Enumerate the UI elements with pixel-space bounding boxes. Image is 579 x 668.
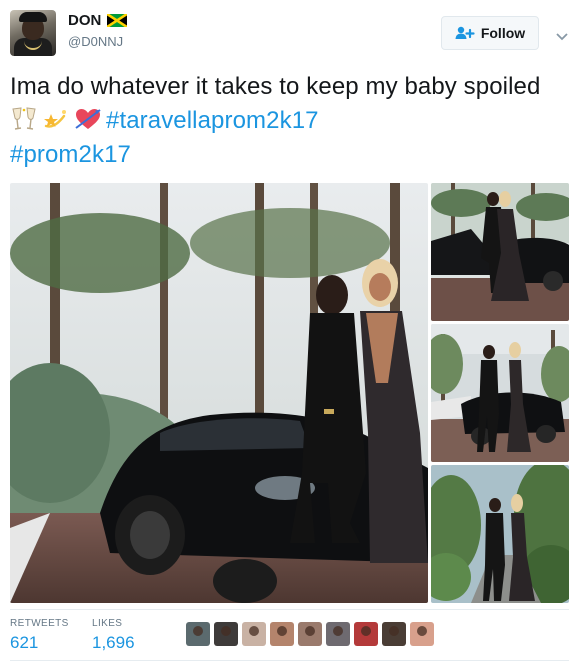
divider [10,609,569,610]
retweets-label: RETWEETS [10,618,69,629]
display-name[interactable]: DON [68,12,101,29]
liker-avatar[interactable] [214,622,238,646]
jamaica-flag-icon [106,12,129,29]
chevron-down-icon[interactable] [556,28,568,41]
divider [10,660,569,661]
media-grid [10,183,569,603]
name-row: DON [68,12,129,29]
liker-avatar[interactable] [382,622,406,646]
retweets-stat[interactable]: RETWEETS 621 [10,618,69,653]
heart-with-arrow-icon [74,106,102,132]
liker-avatar[interactable] [186,622,210,646]
retweets-count: 621 [10,633,39,652]
couple-with-black-car-photo[interactable] [10,183,428,603]
tweet-text: Ima do whatever it takes to keep my baby… [10,70,565,172]
liker-avatar[interactable] [410,622,434,646]
tweet-stats: RETWEETS 621 LIKES 1,696 [10,612,569,658]
liker-avatar[interactable] [242,622,266,646]
liker-avatar[interactable] [270,622,294,646]
hashtag-link[interactable]: #prom2k17 [10,141,131,168]
clinking-glasses-icon [10,106,38,132]
couple-standing-by-car-photo[interactable] [431,324,569,462]
follow-label: Follow [480,25,526,41]
dizzy-star-icon [42,106,70,132]
likes-stat[interactable]: LIKES 1,696 [92,618,135,653]
user-handle[interactable]: @D0NNJ [68,34,123,49]
couple-leaning-on-car-photo[interactable] [431,183,569,321]
user-avatar[interactable] [10,10,56,56]
tweet-body: Ima do whatever it takes to keep my baby… [10,73,541,100]
likes-count: 1,696 [92,633,135,652]
follow-button[interactable]: Follow [441,16,539,50]
tweet-header: DON @D0NNJ Follow [10,10,570,60]
likes-label: LIKES [92,618,123,629]
add-user-icon [455,26,475,40]
couple-on-garden-path-photo[interactable] [431,465,569,603]
liker-avatars [186,622,434,646]
liker-avatar[interactable] [354,622,378,646]
liker-avatar[interactable] [326,622,350,646]
liker-avatar[interactable] [298,622,322,646]
hashtag-link[interactable]: #taravellaprom2k17 [106,107,319,134]
